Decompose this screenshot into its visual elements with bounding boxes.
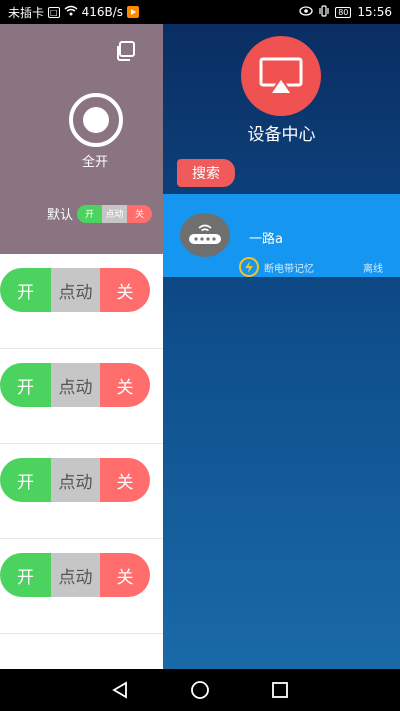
channel-off-button[interactable]: 关 xyxy=(100,363,150,407)
power-memory-icon xyxy=(239,257,259,277)
back-icon[interactable] xyxy=(111,681,129,699)
copy-icon[interactable] xyxy=(114,40,136,62)
channel-switch: 开 点动 关 xyxy=(0,363,150,407)
recent-apps-icon[interactable] xyxy=(271,681,289,699)
network-speed: 416B/s xyxy=(81,5,124,19)
channel-off-button[interactable]: 关 xyxy=(100,458,150,502)
channel-row: 开 点动 关 xyxy=(0,539,163,634)
device-list-item[interactable]: 一路a 断电带记忆 离线 xyxy=(163,194,400,277)
channel-panel-header: 全开 默认 开 点动 关 xyxy=(0,24,163,254)
channel-switch: 开 点动 关 xyxy=(0,458,150,502)
device-center-panel: 设备中心 搜索 一路a 断电带记忆 离线 xyxy=(163,24,400,669)
cast-button[interactable] xyxy=(241,36,321,116)
all-on-label: 全开 xyxy=(81,155,108,170)
router-icon xyxy=(180,213,230,257)
channel-switch: 开 点动 关 xyxy=(0,553,150,597)
sim-icon: □ xyxy=(48,6,60,18)
device-center-title: 设备中心 xyxy=(247,125,316,145)
eye-icon xyxy=(299,5,313,19)
all-on-button[interactable] xyxy=(69,93,123,147)
default-mode-row: 默认 开 点动 关 xyxy=(47,204,153,223)
video-app-icon xyxy=(127,6,140,18)
channel-on-button[interactable]: 开 xyxy=(0,363,51,407)
channel-list: 开 点动 关 开 点动 关 开 点动 关 开 点动 关 xyxy=(0,254,163,634)
channel-row: 开 点动 关 xyxy=(0,254,163,349)
channel-pulse-button[interactable]: 点动 xyxy=(51,268,100,312)
channel-on-button[interactable]: 开 xyxy=(0,268,51,312)
channel-row: 开 点动 关 xyxy=(0,444,163,539)
clock: 15:56 xyxy=(357,5,392,19)
channel-off-button[interactable]: 关 xyxy=(100,268,150,312)
channel-panel: 全开 默认 开 点动 关 开 点动 关 开 点动 关 开 点动 关 开 点动 关 xyxy=(0,24,163,669)
channel-on-button[interactable]: 开 xyxy=(0,553,51,597)
default-mode-switch: 开 点动 关 xyxy=(77,204,153,223)
wifi-icon xyxy=(64,5,78,19)
airplay-icon xyxy=(259,57,303,95)
channel-pulse-button[interactable]: 点动 xyxy=(51,363,100,407)
channel-pulse-button[interactable]: 点动 xyxy=(51,553,100,597)
default-pulse-button[interactable]: 点动 xyxy=(102,204,128,223)
default-off-button[interactable]: 关 xyxy=(127,204,153,223)
vibrate-icon xyxy=(319,4,329,20)
default-on-button[interactable]: 开 xyxy=(77,204,103,223)
search-button[interactable]: 搜索 xyxy=(177,159,235,187)
channel-on-button[interactable]: 开 xyxy=(0,458,51,502)
channel-switch: 开 点动 关 xyxy=(0,268,150,312)
navigation-bar xyxy=(0,669,400,711)
device-name: 一路a xyxy=(249,232,283,247)
power-dot-icon xyxy=(83,107,109,133)
channel-pulse-button[interactable]: 点动 xyxy=(51,458,100,502)
channel-off-button[interactable]: 关 xyxy=(100,553,150,597)
power-memory-label: 断电带记忆 xyxy=(264,264,314,275)
status-bar: 未插卡 □ 416B/s 80 15:56 xyxy=(0,0,400,24)
device-status: 离线 xyxy=(363,264,383,275)
carrier-text: 未插卡 xyxy=(8,5,45,20)
default-label: 默认 xyxy=(47,208,74,223)
channel-row: 开 点动 关 xyxy=(0,349,163,444)
home-icon[interactable] xyxy=(190,680,210,700)
battery-icon: 80 xyxy=(335,6,352,18)
